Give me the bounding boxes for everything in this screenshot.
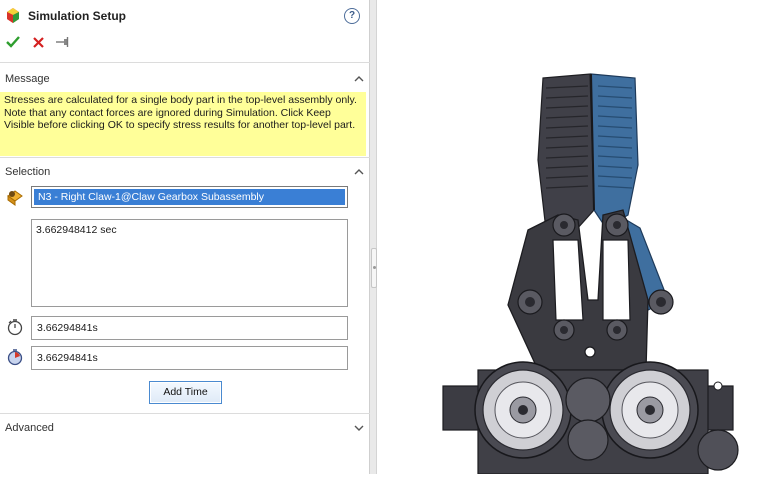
panel-title-bar: Simulation Setup — [4, 6, 126, 26]
stopwatch-end-icon — [6, 348, 24, 366]
divider — [0, 62, 370, 63]
pushpin-icon — [56, 37, 69, 47]
start-time-input[interactable] — [31, 316, 348, 340]
divider — [0, 413, 370, 414]
end-time-input[interactable] — [31, 346, 348, 370]
checkmark-icon — [6, 36, 20, 48]
chevron-up-icon[interactable] — [353, 167, 365, 177]
x-icon — [32, 36, 44, 48]
part-selection-icon — [6, 188, 24, 206]
simulation-setup-icon — [4, 6, 22, 27]
ok-button[interactable] — [5, 34, 21, 50]
panel-splitter[interactable] — [370, 0, 377, 474]
chevron-down-icon[interactable] — [353, 423, 365, 433]
divider — [0, 157, 370, 158]
cancel-button[interactable] — [30, 34, 46, 50]
keep-visible-button[interactable] — [55, 34, 71, 50]
claw-gearbox-model[interactable] — [378, 0, 773, 475]
selected-part-text: N3 - Right Claw-1@Claw Gearbox Subassemb… — [34, 189, 345, 205]
panel-title: Simulation Setup — [28, 9, 127, 23]
selection-section-label: Selection — [5, 166, 51, 178]
message-section-label: Message — [5, 73, 50, 85]
message-section-header[interactable]: Message — [0, 68, 370, 90]
list-item[interactable]: 3.662948412 sec — [36, 224, 343, 236]
chevron-up-icon[interactable] — [353, 74, 365, 84]
advanced-section-label: Advanced — [5, 422, 54, 434]
part-selection-field[interactable]: N3 - Right Claw-1@Claw Gearbox Subassemb… — [31, 186, 348, 208]
stopwatch-start-icon — [6, 318, 24, 336]
time-list[interactable]: 3.662948412 sec — [31, 219, 348, 307]
splitter-handle[interactable] — [371, 248, 377, 288]
action-buttons — [5, 34, 71, 50]
help-icon[interactable]: ? — [344, 8, 360, 24]
message-text: Stresses are calculated for a single bod… — [0, 92, 366, 156]
selection-section-header[interactable]: Selection — [0, 161, 370, 183]
add-time-button[interactable]: Add Time — [149, 381, 222, 404]
advanced-section-header[interactable]: Advanced — [0, 417, 370, 439]
property-manager-panel: Simulation Setup ? Message Stresses are … — [0, 0, 370, 474]
graphics-viewport[interactable] — [378, 0, 773, 475]
